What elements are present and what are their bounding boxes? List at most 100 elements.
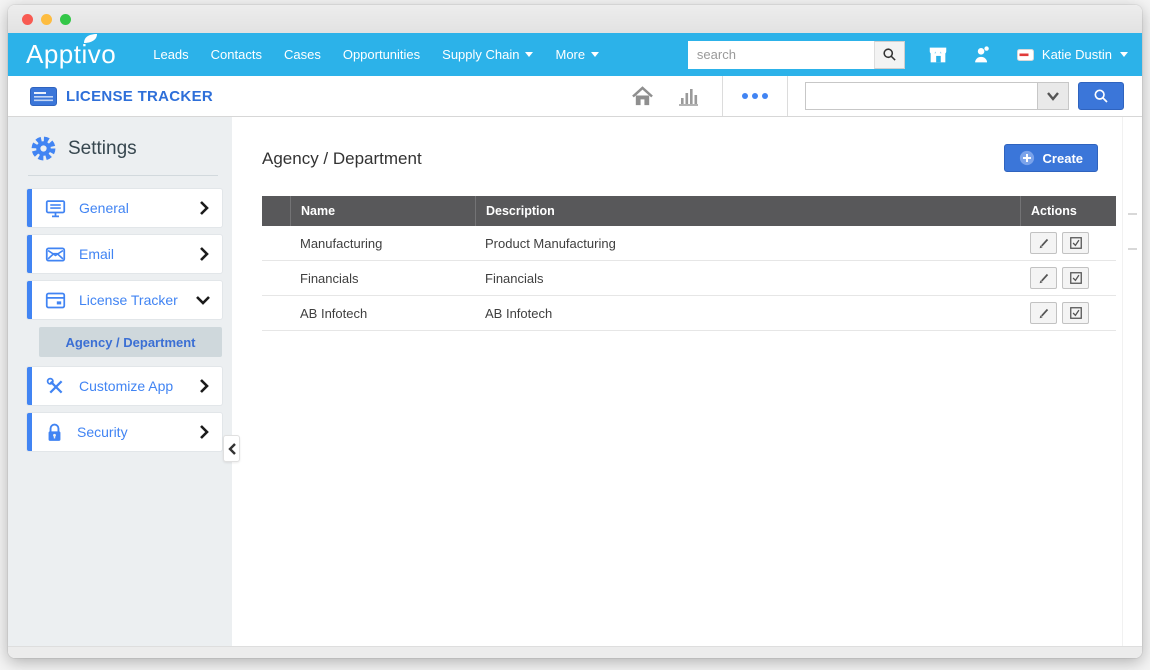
toggle-status-button[interactable] <box>1062 267 1089 289</box>
window-minimize-button[interactable] <box>41 13 52 25</box>
scrollbar-mark <box>1128 213 1137 215</box>
sidebar-subitem-agency-department[interactable]: Agency / Department <box>39 327 222 357</box>
edit-button[interactable] <box>1030 267 1057 289</box>
agency-department-table: Name Description Actions Manufacturing P… <box>262 196 1116 331</box>
user-status-button[interactable] <box>971 44 993 66</box>
cell-actions <box>1020 267 1116 289</box>
toolbar-search-input[interactable] <box>805 82 1037 110</box>
global-search-button[interactable] <box>873 40 905 69</box>
settings-header: Settings <box>8 135 232 162</box>
main-panel: Agency / Department Create Name Descript… <box>232 117 1122 646</box>
chevron-right-icon <box>200 425 209 439</box>
top-navbar: Apptivo Leads Contacts Cases Opportuniti… <box>8 33 1142 76</box>
window-footer <box>8 646 1142 658</box>
nav-item-supply-chain[interactable]: Supply Chain <box>442 47 534 62</box>
sidebar-collapse-handle[interactable] <box>223 435 240 462</box>
search-criteria-dropdown[interactable] <box>1037 82 1069 110</box>
plus-circle-icon <box>1019 150 1034 166</box>
sidebar-item-license-tracker[interactable]: License Tracker <box>27 281 222 319</box>
apptivo-logo[interactable]: Apptivo <box>26 34 117 70</box>
divider <box>28 175 218 176</box>
sidebar-item-label: License Tracker <box>79 292 178 308</box>
toggle-status-button[interactable] <box>1062 302 1089 324</box>
toolbar-search <box>805 82 1069 110</box>
ellipsis-icon <box>742 93 748 99</box>
settings-sidebar: Settings General Email License Tracker A… <box>8 117 232 646</box>
toolbar-divider <box>787 76 788 116</box>
scrollbar-track[interactable] <box>1122 117 1142 646</box>
table-header-description: Description <box>475 196 1020 226</box>
nav-item-leads[interactable]: Leads <box>153 47 188 62</box>
caret-down-icon <box>525 52 534 57</box>
app-window-icon <box>45 292 66 308</box>
global-search-input[interactable] <box>687 40 874 69</box>
home-icon <box>632 85 653 105</box>
sidebar-item-email[interactable]: Email <box>27 235 222 273</box>
pencil-icon <box>1039 273 1048 284</box>
license-tracker-app-icon <box>30 86 57 106</box>
app-toolbar <box>631 76 1142 116</box>
global-search <box>687 40 905 69</box>
leaf-icon <box>84 34 97 43</box>
checkbox-icon <box>1069 272 1082 284</box>
settings-title: Settings <box>68 137 137 159</box>
cell-description: Financials <box>485 270 544 286</box>
sidebar-item-general[interactable]: General <box>27 189 222 227</box>
sidebar-item-label: Customize App <box>79 378 174 394</box>
gear-icon <box>31 136 56 161</box>
table-row: Manufacturing Product Manufacturing <box>262 226 1116 261</box>
toggle-status-button[interactable] <box>1062 232 1089 254</box>
person-icon <box>975 45 989 62</box>
toolbar-search-button[interactable] <box>1078 82 1124 110</box>
store-button[interactable] <box>927 44 949 66</box>
cell-description: AB Infotech <box>485 305 553 321</box>
tools-icon <box>46 377 63 393</box>
pencil-icon <box>1039 238 1048 249</box>
search-icon <box>883 48 896 61</box>
app-title-wrap: LICENSE TRACKER <box>30 86 214 106</box>
table-header-row: Name Description Actions <box>262 196 1116 226</box>
reports-button[interactable] <box>676 85 700 107</box>
nav-item-opportunities[interactable]: Opportunities <box>343 47 420 62</box>
chevron-right-icon <box>200 379 209 393</box>
window-zoom-button[interactable] <box>60 13 71 25</box>
chevron-down-icon <box>196 296 210 305</box>
caret-down-icon <box>591 52 600 57</box>
table-header-name: Name <box>290 196 475 226</box>
nav-item-more[interactable]: More <box>555 47 600 62</box>
checkbox-icon <box>1069 307 1082 319</box>
edit-button[interactable] <box>1030 302 1057 324</box>
window-close-button[interactable] <box>22 13 33 25</box>
nav-item-contacts[interactable]: Contacts <box>211 47 262 62</box>
store-icon <box>929 47 947 62</box>
sidebar-item-customize-app[interactable]: Customize App <box>27 367 222 405</box>
page-title: Agency / Department <box>262 149 422 168</box>
table-header-spacer <box>262 196 290 226</box>
cell-name: Financials <box>300 270 359 286</box>
app-window: Apptivo Leads Contacts Cases Opportuniti… <box>8 5 1142 658</box>
sidebar-item-label: Security <box>77 424 128 440</box>
create-button[interactable]: Create <box>1003 144 1098 172</box>
app-header: LICENSE TRACKER <box>8 76 1142 117</box>
edit-button[interactable] <box>1030 232 1057 254</box>
content-area: Settings General Email License Tracker A… <box>8 117 1142 646</box>
monitor-icon <box>45 199 66 217</box>
sidebar-item-security[interactable]: Security <box>27 413 222 451</box>
table-row: Financials Financials <box>262 261 1116 296</box>
envelope-icon <box>45 247 66 261</box>
search-icon <box>1094 89 1108 103</box>
bar-chart-icon <box>679 89 698 106</box>
table-row: AB Infotech AB Infotech <box>262 296 1116 331</box>
nav-item-cases[interactable]: Cases <box>284 47 321 62</box>
cell-description: Product Manufacturing <box>485 235 616 251</box>
create-button-label: Create <box>1042 150 1083 166</box>
cell-name: Manufacturing <box>300 235 383 251</box>
user-menu[interactable]: Katie Dustin <box>1016 47 1128 62</box>
home-button[interactable] <box>631 85 654 107</box>
table-header-actions: Actions <box>1020 196 1116 226</box>
more-options-button[interactable] <box>723 76 787 116</box>
sidebar-item-label: Email <box>79 246 115 262</box>
cell-name: AB Infotech <box>300 305 368 321</box>
app-title: LICENSE TRACKER <box>66 87 214 105</box>
logo-text: Apptivo <box>26 39 117 69</box>
